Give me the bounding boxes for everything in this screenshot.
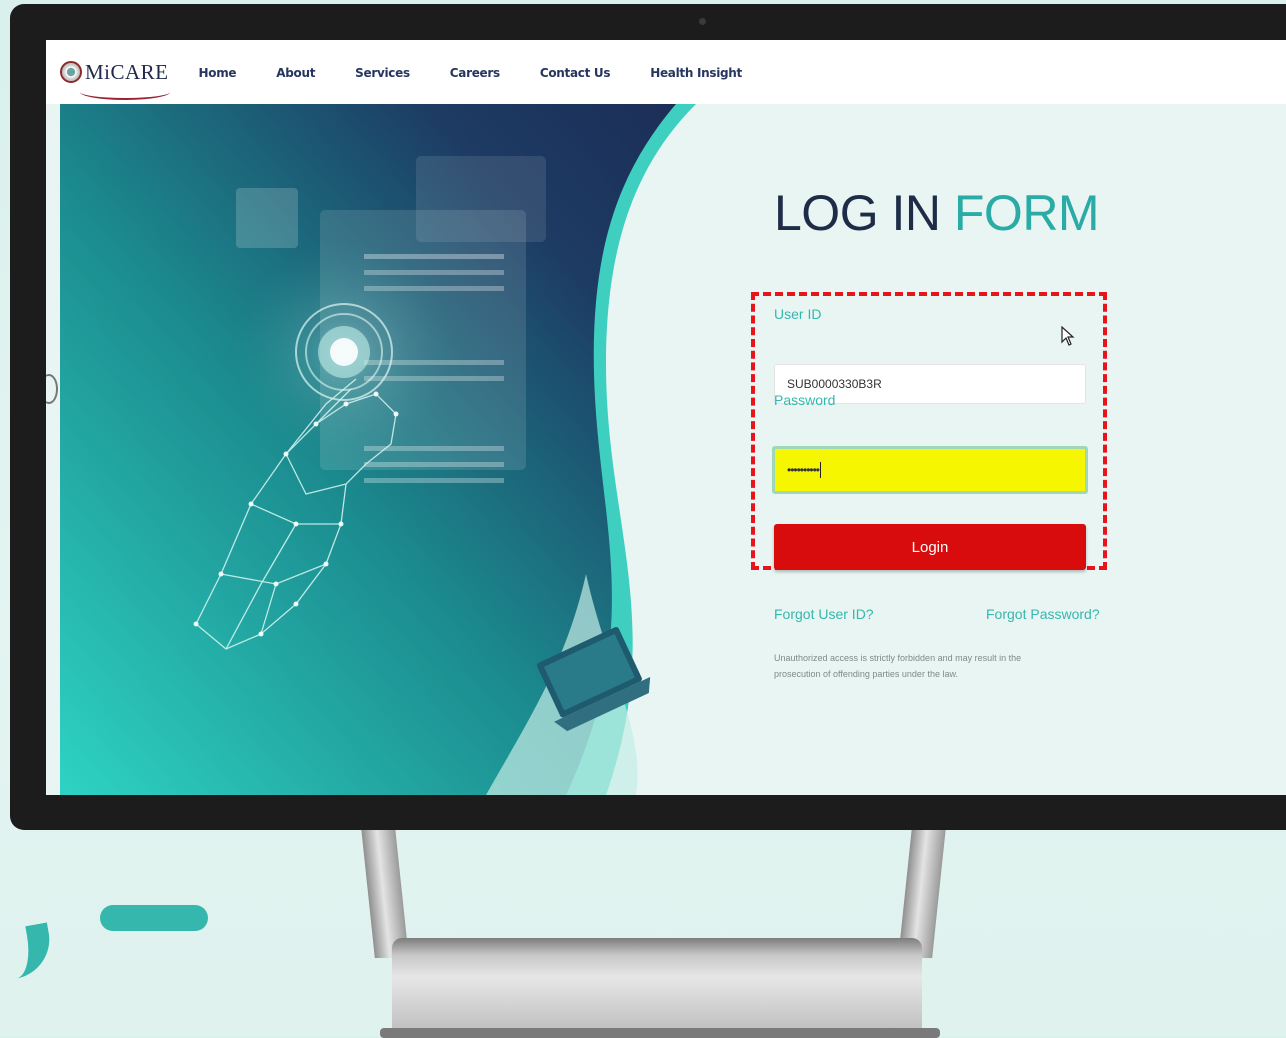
login-button[interactable]: Login	[774, 524, 1086, 570]
logo-text: MiCARE	[85, 59, 169, 84]
monitor-stand-shadow	[380, 1028, 940, 1038]
title-part-form: FORM	[953, 185, 1100, 241]
login-form-title: LOG IN FORM	[774, 184, 1100, 242]
userid-value: SUB0000330B3R	[787, 377, 882, 391]
nav-contact-us[interactable]: Contact Us	[540, 66, 611, 80]
title-part-log-in: LOG IN	[774, 185, 941, 241]
nav-home[interactable]: Home	[199, 66, 237, 80]
nav-health-insight[interactable]: Health Insight	[650, 66, 742, 80]
camera-icon	[699, 18, 706, 25]
hero-section: LOG IN FORM User ID SUB0000330B3R Passwo…	[46, 104, 1286, 795]
decorative-dash	[100, 905, 208, 931]
micare-logo[interactable]: MiCARE	[60, 59, 170, 100]
password-label: Password	[774, 392, 836, 408]
nav-careers[interactable]: Careers	[450, 66, 500, 80]
logo-emblem-icon	[60, 61, 82, 83]
nav-services[interactable]: Services	[355, 66, 410, 80]
text-caret	[820, 462, 822, 478]
monitor-stand-base	[392, 938, 922, 1036]
forgot-password-link[interactable]: Forgot Password?	[986, 606, 1100, 622]
nav-about[interactable]: About	[276, 66, 315, 80]
disclaimer-text: Unauthorized access is strictly forbidde…	[774, 653, 1022, 679]
forgot-userid-link[interactable]: Forgot User ID?	[774, 606, 874, 622]
mouse-cursor-icon	[1061, 326, 1075, 346]
monitor-screen: MiCARE Home About Services Careers Conta…	[46, 40, 1286, 795]
userid-label: User ID	[774, 306, 822, 322]
password-value: ••••••••••	[787, 463, 820, 477]
password-input[interactable]: ••••••••••	[772, 446, 1088, 494]
decorative-arc	[0, 922, 56, 988]
logo-swoosh	[80, 84, 170, 100]
top-navbar: MiCARE Home About Services Careers Conta…	[46, 40, 1286, 104]
